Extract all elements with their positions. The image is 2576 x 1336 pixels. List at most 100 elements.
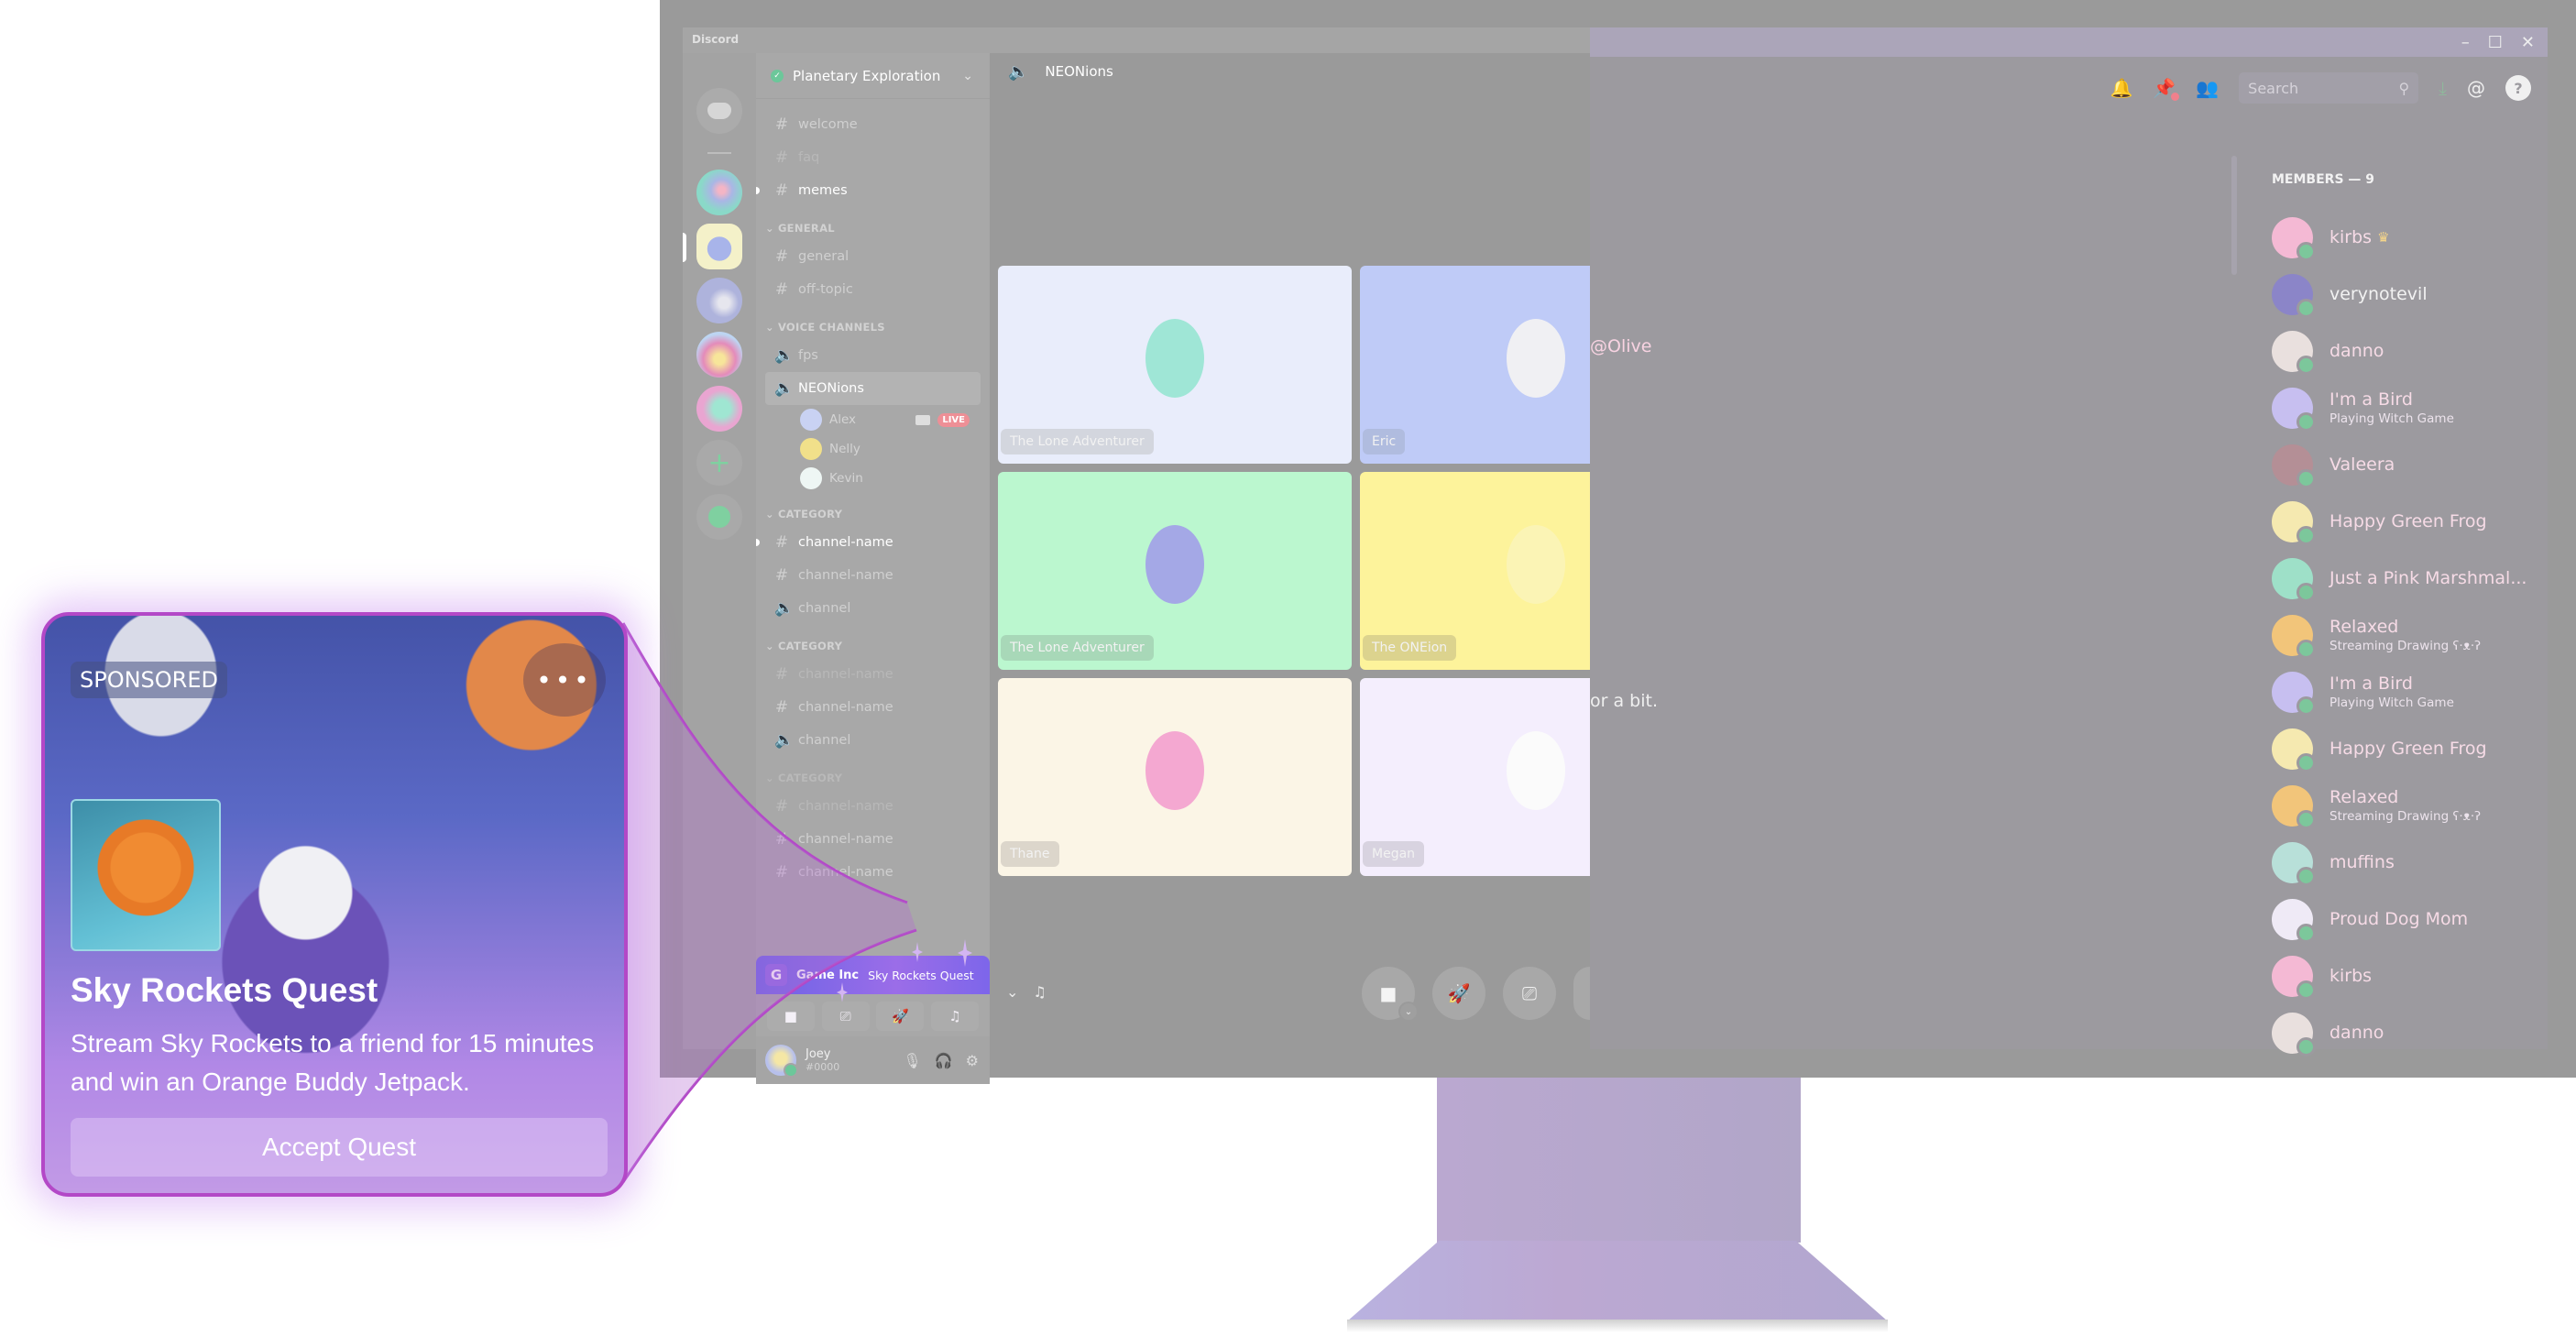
member-avatar	[2272, 1012, 2316, 1057]
channel-item[interactable]: # general	[756, 240, 990, 273]
server-icon[interactable]	[696, 332, 742, 378]
headphones-icon[interactable]: 🎧	[935, 1052, 953, 1069]
more-options-button[interactable]: •••	[523, 643, 606, 717]
channel-item[interactable]: # off-topic	[756, 273, 990, 306]
user-info[interactable]: Joey #0000	[806, 1047, 839, 1073]
plus-icon: +	[707, 446, 731, 479]
hashtag-icon: #	[774, 566, 789, 585]
share-screen-button[interactable]: ⎚	[1503, 967, 1556, 1020]
channel-item-unread[interactable]: # channel-name	[756, 526, 990, 559]
channel-item-unread[interactable]: # memes	[756, 174, 990, 207]
user-avatar[interactable]	[765, 1045, 798, 1078]
quest-banner[interactable]: G Game Inc Sky Rockets Quest	[756, 956, 990, 994]
participant-tile[interactable]: Thane	[998, 678, 1352, 876]
notification-bell-icon[interactable]: 🔔	[2110, 77, 2132, 99]
download-icon[interactable]: ⤓	[2439, 77, 2447, 99]
server-icon[interactable]	[696, 170, 742, 215]
member-name: Valeera	[2329, 454, 2395, 475]
member-list-icon[interactable]: 👥	[2196, 77, 2219, 99]
soundboard-button[interactable]: ♫	[931, 1002, 980, 1031]
member-item[interactable]: Relaxed Streaming Drawing ʕ·ᴥ·ʔ	[2272, 777, 2547, 834]
voice-channel-item[interactable]: 🔈 channel	[756, 724, 990, 757]
hashtag-icon: #	[774, 247, 789, 266]
category-header[interactable]: ⌄ CATEGORY	[756, 757, 990, 790]
member-status: Streaming Drawing ʕ·ᴥ·ʔ	[2329, 809, 2481, 824]
settings-gear-icon[interactable]: ⚙	[966, 1052, 979, 1069]
category-header[interactable]: ⌄ CATEGORY	[756, 625, 990, 658]
search-input[interactable]: Search ⚲	[2239, 72, 2419, 104]
member-avatar	[2272, 444, 2316, 488]
participant-tile[interactable]: The Lone Adventurer	[998, 472, 1352, 670]
member-item[interactable]: danno	[2272, 1004, 2547, 1061]
camera-options-chevron-icon[interactable]: ⌄	[1398, 1002, 1419, 1022]
member-item[interactable]: Just a Pink Marshmal...	[2272, 550, 2547, 607]
accept-quest-button[interactable]: Accept Quest	[71, 1118, 608, 1177]
camera-toggle-button[interactable]: ■ ⌄	[1362, 967, 1419, 1022]
add-server-button[interactable]: +	[696, 440, 742, 486]
channel-item[interactable]: # channel-name	[756, 691, 990, 724]
mentions-icon[interactable]: @	[2467, 77, 2485, 99]
collapse-chevron-icon[interactable]: ⌄	[1006, 983, 1018, 1001]
share-screen-button[interactable]: ⎚	[821, 1002, 870, 1031]
member-item[interactable]: I'm a Bird Playing Witch Game	[2272, 663, 2547, 720]
help-icon[interactable]: ?	[2505, 75, 2531, 101]
activities-button[interactable]: 🚀	[876, 1002, 925, 1031]
soundboard-icon[interactable]: ♫	[1033, 983, 1046, 1001]
category-header[interactable]: ⌄ CATEGORY	[756, 493, 990, 526]
maximize-icon[interactable]: ☐	[2488, 33, 2503, 52]
camera-button[interactable]: ■	[766, 1002, 815, 1031]
member-item[interactable]: danno	[2272, 323, 2547, 379]
pinned-messages-icon[interactable]: 📌	[2153, 77, 2180, 101]
channel-item[interactable]: # welcome	[756, 108, 990, 141]
participant-tile[interactable]: The Lone Adventurer	[998, 266, 1352, 464]
member-name-row: kirbs ♛	[2329, 227, 2390, 247]
member-item[interactable]: Happy Green Frog	[2272, 493, 2547, 550]
microphone-icon[interactable]: 🎙	[903, 1052, 921, 1069]
member-item[interactable]: muffins	[2272, 834, 2547, 891]
channel-item-muted[interactable]: # channel-name	[756, 658, 990, 691]
member-item[interactable]: Happy Green Frog	[2272, 720, 2547, 777]
member-item[interactable]: kirbs	[2272, 947, 2547, 1004]
participant-tile[interactable]: Megan	[1360, 678, 1590, 876]
channel-item[interactable]: # channel-name	[756, 559, 990, 592]
voice-channel-item[interactable]: 🔈 fps	[756, 339, 990, 372]
member-item[interactable]: I'm a Bird Playing Witch Game	[2272, 379, 2547, 436]
channel-name: channel-name	[798, 799, 893, 814]
voice-channel-item-active[interactable]: 🔈 NEONions	[765, 372, 981, 405]
voice-channel-item[interactable]: 🔈 channel	[756, 592, 990, 625]
user-mention[interactable]: @Olive	[1590, 336, 1651, 356]
member-item[interactable]: kirbs ♛	[2272, 209, 2547, 266]
server-icon[interactable]	[696, 386, 742, 432]
channel-item[interactable]: # channel-name	[756, 856, 990, 889]
activities-button[interactable]: 🚀	[1432, 967, 1485, 1020]
channel-item[interactable]: # channel-name	[756, 823, 990, 856]
member-item[interactable]: Valeera	[2272, 436, 2547, 493]
voice-user[interactable]: Kevin	[756, 464, 990, 493]
more-control-button-partial[interactable]	[1573, 967, 1590, 1020]
member-item[interactable]: Proud Dog Mom	[2272, 891, 2547, 947]
explore-servers-button[interactable]	[696, 494, 742, 540]
voice-user[interactable]: Alex LIVE	[756, 405, 990, 434]
server-icon-selected[interactable]	[696, 224, 742, 269]
member-name: Proud Dog Mom	[2329, 909, 2469, 929]
member-name: Relaxed	[2329, 787, 2399, 807]
participant-tile[interactable]: Eric	[1360, 266, 1590, 464]
category-header[interactable]: ⌄ VOICE CHANNELS	[756, 306, 990, 339]
member-name: kirbs	[2329, 227, 2373, 247]
member-item[interactable]: Relaxed Streaming Drawing ʕ·ᴥ·ʔ	[2272, 607, 2547, 663]
channel-name: channel	[798, 733, 851, 748]
voice-user[interactable]: Nelly	[756, 434, 990, 464]
category-label: CATEGORY	[777, 508, 843, 520]
server-icon[interactable]	[696, 278, 742, 323]
crown-icon: ♛	[2377, 229, 2390, 246]
member-list-scrollbar[interactable]	[2231, 156, 2237, 275]
category-header[interactable]: ⌄ GENERAL	[756, 207, 990, 240]
close-icon[interactable]: ✕	[2521, 33, 2535, 52]
discord-home-button[interactable]	[696, 88, 742, 134]
channel-item[interactable]: # faq	[756, 141, 990, 174]
guild-header[interactable]: ✓ Planetary Exploration ⌄	[756, 53, 990, 99]
minimize-icon[interactable]: –	[2461, 33, 2470, 52]
participant-tile[interactable]: The ONEion	[1360, 472, 1590, 670]
member-item[interactable]: verynotevil	[2272, 266, 2547, 323]
channel-item-muted[interactable]: # channel-name	[756, 790, 990, 823]
